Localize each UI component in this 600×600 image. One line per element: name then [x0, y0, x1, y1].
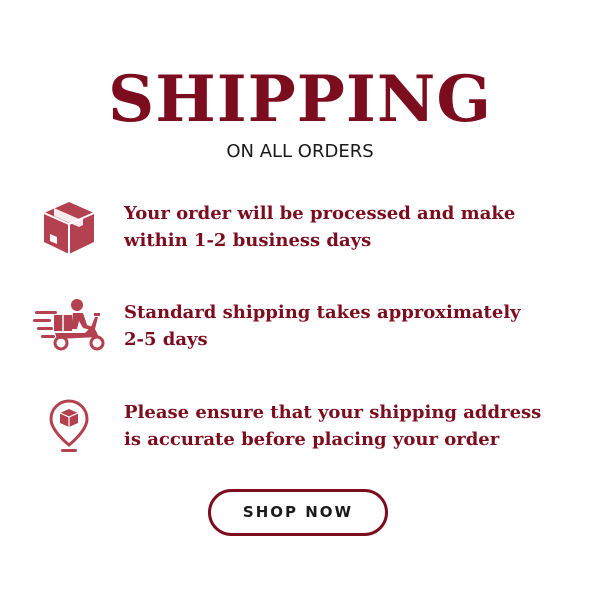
delivery-scooter-icon	[33, 297, 107, 360]
feature-row-address: Please ensure that your shipping address…	[0, 396, 600, 456]
feature-row-processing: Your order will be processed and make wi…	[0, 196, 600, 256]
feature-line: is accurate before placing your order	[124, 429, 500, 450]
page-title: SHIPPING	[108, 62, 492, 137]
feature-text-processing: Your order will be processed and make wi…	[124, 200, 564, 254]
feature-text-standard-shipping: Standard shipping takes approximately 2-…	[124, 299, 564, 353]
location-pin-package-icon	[48, 398, 90, 459]
feature-line: within 1-2 business days	[124, 230, 372, 251]
feature-row-standard-shipping: Standard shipping takes approximately 2-…	[0, 295, 600, 355]
feature-line: Standard shipping takes approximately	[124, 302, 521, 323]
package-box-icon	[40, 200, 98, 261]
page-subtitle: ON ALL ORDERS	[226, 141, 374, 162]
feature-line: 2-5 days	[124, 329, 208, 350]
feature-line: Your order will be processed and make	[124, 203, 516, 224]
feature-line: Please ensure that your shipping address	[124, 402, 542, 423]
feature-text-address: Please ensure that your shipping address…	[124, 399, 564, 453]
shop-now-button[interactable]: SHOP NOW	[208, 489, 388, 536]
